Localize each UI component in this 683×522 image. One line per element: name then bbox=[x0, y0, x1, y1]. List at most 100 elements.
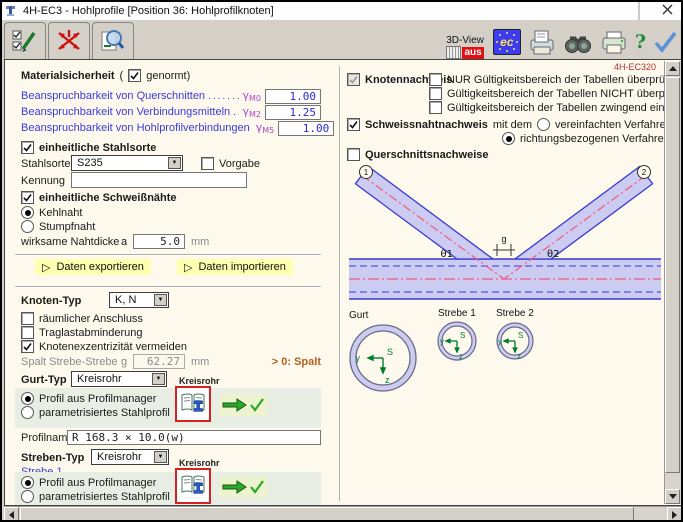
chord-axis-s-label: S bbox=[387, 347, 393, 357]
chord-profile-manager-radio[interactable] bbox=[21, 392, 34, 405]
title-bar: 4H-EC3 - Hohlprofile [Position 36: Hohlp… bbox=[2, 2, 681, 20]
horizontal-scrollbar[interactable] bbox=[4, 506, 683, 521]
node-type-dropdown[interactable]: K, N ▼ bbox=[109, 292, 169, 308]
chord-manager-row: Profil aus Profilmanager bbox=[21, 392, 156, 405]
vorgabe-checkbox[interactable] bbox=[201, 157, 214, 170]
print-button[interactable] bbox=[599, 25, 629, 59]
search-button[interactable] bbox=[563, 25, 593, 59]
leader-dots: ...................................... bbox=[208, 91, 239, 102]
arrow-left-icon bbox=[9, 511, 14, 519]
tab-preview[interactable] bbox=[92, 22, 134, 59]
export-data-button[interactable]: ▷ Daten exportieren bbox=[35, 259, 151, 275]
maximize-button[interactable] bbox=[638, 2, 640, 20]
table-check-opt1-checkbox[interactable] bbox=[429, 73, 442, 86]
panel-separator bbox=[339, 66, 341, 501]
node-type-label: Knoten-Typ bbox=[21, 295, 81, 307]
material-safety-label: Materialsicherheit bbox=[21, 70, 115, 82]
brace-profile-manager-radio[interactable] bbox=[21, 476, 34, 489]
spatial-connection-checkbox[interactable] bbox=[21, 312, 34, 325]
uniform-steel-checkbox[interactable] bbox=[21, 141, 34, 154]
vorgabe-label: Vorgabe bbox=[219, 158, 260, 170]
vertical-scrollbar[interactable] bbox=[664, 61, 681, 504]
chord-param-profile-radio[interactable] bbox=[21, 406, 34, 419]
vertical-scroll-thumb[interactable] bbox=[665, 77, 680, 473]
kehlnaht-radio[interactable] bbox=[21, 206, 34, 219]
close-button[interactable] bbox=[662, 2, 673, 20]
gamma-row: Beanspruchbarkeit von Hohlprofilverbindu… bbox=[21, 120, 321, 136]
app-window: 4H-EC3 - Hohlprofile [Position 36: Hohlp… bbox=[0, 0, 683, 522]
gap-symbol: g bbox=[121, 356, 127, 368]
table-check-opt3-checkbox[interactable] bbox=[429, 101, 442, 114]
steel-grade-value: S235 bbox=[77, 157, 103, 169]
uniform-steel-label: einheitliche Stahlsorte bbox=[39, 142, 156, 154]
tab-loads[interactable] bbox=[48, 22, 90, 59]
confirm-button[interactable] bbox=[652, 25, 678, 59]
gamma-m2-symbol: γM2 bbox=[242, 105, 261, 119]
gamma-m0-symbol: γM0 bbox=[242, 89, 261, 103]
gamma-m5-symbol: γM5 bbox=[256, 121, 275, 135]
gamma-m2-input[interactable]: 1.25 bbox=[265, 105, 321, 120]
brace-type-dropdown[interactable]: Kreisrohr ▼ bbox=[91, 449, 169, 465]
kennung-input[interactable] bbox=[71, 172, 247, 188]
divider bbox=[15, 286, 321, 288]
uniform-steel-row: einheitliche Stahlsorte bbox=[21, 141, 156, 154]
directional-method-radio[interactable] bbox=[502, 132, 515, 145]
load-reduction-checkbox[interactable] bbox=[21, 326, 34, 339]
view-3d-toggle[interactable]: 3D-View aus bbox=[446, 35, 484, 59]
uniform-weld-checkbox[interactable] bbox=[21, 191, 34, 204]
chord-param-profile-label: parametrisiertes Stahlprofil bbox=[39, 407, 170, 419]
scroll-left-button[interactable] bbox=[4, 507, 19, 522]
uniform-weld-label: einheitliche Schweißnähte bbox=[39, 192, 177, 204]
action-arrow-icon: ▷ bbox=[42, 261, 50, 274]
import-data-button[interactable]: ▷ Daten importieren bbox=[177, 259, 293, 275]
tab-edit-input[interactable] bbox=[4, 22, 46, 59]
profile-book-icon bbox=[179, 390, 207, 418]
cross-section-check-checkbox[interactable] bbox=[347, 148, 360, 161]
brace2-axis-s-label: S bbox=[518, 331, 523, 340]
scroll-right-button[interactable] bbox=[667, 507, 682, 522]
print-document-button[interactable] bbox=[527, 25, 557, 59]
steel-grade-dropdown[interactable]: S235 ▼ bbox=[71, 155, 183, 171]
brace-param-row: parametrisiertes Stahlprofil bbox=[21, 490, 170, 503]
gamma-m0-input[interactable]: 1.00 bbox=[265, 89, 321, 104]
chord-type-value: Kreisrohr bbox=[77, 373, 122, 385]
cross-sections-diagram: Gurt Strebe 1 Strebe 2 y S z y S z bbox=[347, 306, 663, 402]
uniform-weld-row: einheitliche Schweißnähte bbox=[21, 191, 177, 204]
simple-method-label: vereinfachten Verfahren bbox=[555, 119, 672, 131]
node-check-checkbox bbox=[347, 73, 360, 86]
gamma-m5-input[interactable]: 1.00 bbox=[278, 121, 334, 136]
brace2-section-label: Strebe 2 bbox=[496, 308, 534, 319]
help-button[interactable]: ? bbox=[635, 25, 646, 59]
scroll-up-button[interactable] bbox=[665, 61, 680, 76]
scroll-down-button[interactable] bbox=[665, 489, 680, 504]
weld-check-checkbox[interactable] bbox=[347, 118, 360, 131]
weld-check-label: Schweissnahtnachweis bbox=[365, 119, 488, 131]
gamma-m2-label: Beanspruchbarkeit von Verbindungsmitteln bbox=[21, 106, 230, 118]
brace-param-profile-radio[interactable] bbox=[21, 490, 34, 503]
brace2-axis-y-label: y bbox=[498, 337, 502, 346]
simple-method-radio[interactable] bbox=[537, 118, 550, 131]
brace-check-status-button[interactable] bbox=[219, 476, 267, 498]
genormt-checkbox[interactable] bbox=[128, 69, 141, 82]
brace-profile-manager-button[interactable] bbox=[175, 468, 211, 504]
chord-type-dropdown[interactable]: Kreisrohr ▼ bbox=[71, 371, 167, 387]
stumpfnaht-radio[interactable] bbox=[21, 220, 34, 233]
horizontal-scroll-thumb[interactable] bbox=[20, 507, 634, 521]
directional-method-label: richtungsbezogenen Verfahren bbox=[520, 133, 670, 145]
brace-icon-caption: Kreisrohr bbox=[179, 458, 220, 468]
maximize-icon bbox=[638, 1, 640, 20]
eccentricity-checkbox[interactable] bbox=[21, 340, 34, 353]
chord-profile-manager-button[interactable] bbox=[175, 386, 211, 422]
weld-thickness-input[interactable]: 5.0 bbox=[133, 234, 185, 249]
chord-check-status-button[interactable] bbox=[219, 394, 267, 416]
main-panel: Materialsicherheit ( genormt) Beanspruch… bbox=[4, 59, 683, 506]
app-icon bbox=[5, 4, 19, 18]
node-type-value: K, N bbox=[115, 294, 136, 306]
brace1-axis-y-label: y bbox=[440, 337, 444, 346]
table-check-opt2-row: Gültigkeitsbereich der Tabellen NICHT üb… bbox=[429, 87, 683, 100]
eurocode-button[interactable]: ec bbox=[493, 25, 521, 59]
leader-dots: ...................................... bbox=[233, 107, 239, 118]
table-check-opt2-checkbox[interactable] bbox=[429, 87, 442, 100]
load-reduction-label: Traglastabminderung bbox=[39, 327, 143, 339]
kehlnaht-label: Kehlnaht bbox=[39, 207, 82, 219]
